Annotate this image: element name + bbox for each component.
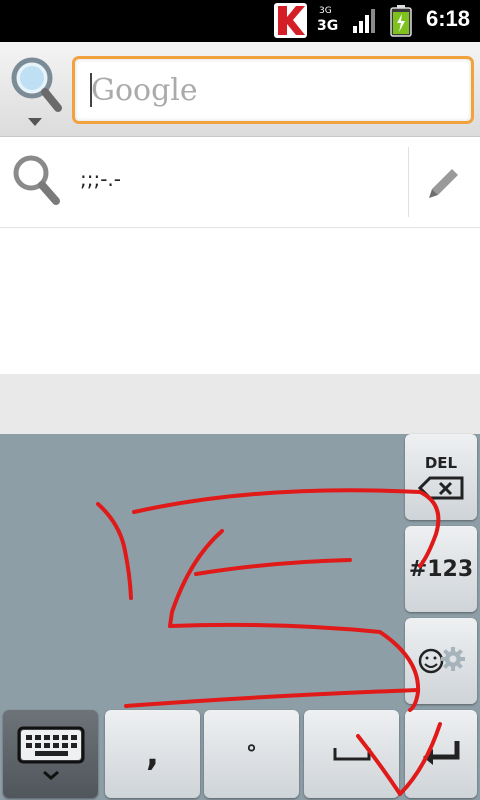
backspace-icon [418, 476, 464, 500]
stroke-4 [194, 558, 352, 576]
stroke-3 [168, 529, 224, 628]
suggestion-row[interactable]: ;;;-.- [0, 137, 480, 228]
search-bar [0, 42, 480, 137]
divider [408, 147, 409, 217]
results-footer [0, 374, 480, 434]
battery-icon [390, 5, 412, 37]
edit-pencil-icon[interactable] [426, 165, 462, 201]
stroke-5 [168, 622, 421, 712]
delete-key-label: DEL [424, 454, 458, 472]
handwriting-keyboard[interactable]: DEL #123 , ° [0, 434, 480, 800]
emoji-settings-key[interactable] [405, 618, 477, 704]
degree-key-label: ° [246, 741, 257, 767]
enter-icon [423, 741, 460, 765]
gear-icon [441, 647, 465, 671]
network-3g-icon: 3G 3G [317, 6, 339, 36]
keyboard-icon [17, 726, 84, 780]
degree-key[interactable]: ° [204, 710, 299, 798]
delete-key[interactable]: DEL [405, 434, 477, 520]
search-icon [13, 155, 60, 205]
suggestion-text: ;;;-.- [80, 167, 122, 191]
comma-key-label: , [146, 734, 159, 774]
space-key[interactable] [304, 710, 399, 798]
stroke-6 [124, 688, 420, 708]
enter-key[interactable] [405, 710, 477, 798]
symbols-key-label: #123 [408, 556, 474, 582]
symbols-key[interactable]: #123 [405, 526, 477, 612]
magnifier-icon [11, 57, 62, 126]
search-field[interactable] [72, 56, 474, 124]
keyboard-switch-key[interactable] [3, 710, 98, 798]
space-icon [333, 748, 370, 761]
signal-icon [353, 9, 375, 33]
comma-key[interactable]: , [105, 710, 200, 798]
network-label: 3G [317, 18, 339, 34]
stroke-2 [132, 488, 441, 568]
stroke-1 [96, 502, 133, 600]
clock: 6:18 [426, 6, 471, 31]
suggestions-empty-area [0, 228, 480, 374]
search-source-button[interactable] [6, 50, 66, 130]
search-input[interactable] [89, 67, 463, 113]
network-label-small: 3G [319, 6, 332, 16]
chevron-down-icon [28, 118, 42, 126]
status-bar: 3G 3G 6:18 [0, 0, 480, 42]
smiley-settings-icon [418, 647, 465, 674]
chevron-down-icon [42, 770, 59, 780]
app-k-icon [274, 3, 307, 38]
